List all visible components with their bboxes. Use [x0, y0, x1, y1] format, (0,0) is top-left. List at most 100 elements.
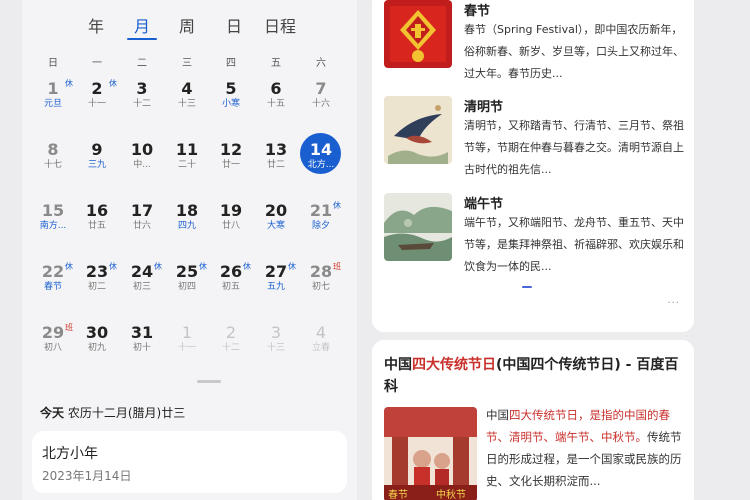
festival-item-qingming[interactable]: 清明节 清明节，又称踏青节、行清节、三月节、祭祖节等，节期在仲春与暮春之交。清明… — [384, 96, 684, 176]
day-cell[interactable]: 11 二十 — [165, 139, 209, 185]
baike-result-card[interactable]: 中国四大传统节日(中国四个传统节日) - 百度百科 春节 中秋节 中国四大传统节… — [372, 340, 694, 500]
day-number: 4 — [315, 323, 327, 342]
day-cell[interactable]: 28 初七班 — [299, 261, 343, 307]
tab-month[interactable]: 月 — [134, 13, 150, 37]
lunar-date: 廿八 — [221, 221, 240, 231]
baike-image: 春节 中秋节 — [384, 407, 477, 500]
day-cell[interactable]: 30 初九 — [75, 322, 119, 368]
day-cell[interactable]: 5 小寒 — [209, 78, 253, 124]
lunar-date: 十三 — [177, 99, 196, 109]
baike-image-caption-right: 中秋节 — [436, 488, 466, 500]
lunar-date: 十五 — [266, 99, 285, 109]
day-cell[interactable]: 16 廿五 — [75, 200, 119, 246]
lunar-date: 廿五 — [87, 221, 106, 231]
holiday-badge: 休 — [109, 79, 117, 88]
carousel-dot-active — [522, 286, 532, 288]
lunar-date: 十三 — [266, 343, 285, 353]
duanwu-thumbnail — [384, 193, 452, 261]
day-number: 20 — [264, 201, 288, 220]
more-options-icon[interactable]: ··· — [667, 298, 680, 309]
day-cell-today[interactable]: 14 北方... — [299, 133, 343, 185]
day-cell[interactable]: 27 五九休 — [254, 261, 298, 307]
event-card[interactable]: 北方小年 2023年1月14日 — [32, 431, 347, 493]
expand-handle[interactable] — [197, 380, 221, 383]
holiday-badge: 休 — [288, 262, 296, 271]
lunar-date: 十二 — [132, 99, 151, 109]
day-cell[interactable]: 12 廿一 — [209, 139, 253, 185]
day-number: 6 — [270, 79, 282, 98]
day-cell[interactable]: 19 廿八 — [209, 200, 253, 246]
festival-title: 春节 — [464, 4, 491, 19]
lunar-date: 春节 — [43, 282, 62, 292]
day-cell[interactable]: 3 十三 — [254, 322, 298, 368]
day-cell[interactable]: 18 四九 — [165, 200, 209, 246]
day-cell[interactable]: 1 元旦休 — [31, 78, 75, 124]
baike-title[interactable]: 中国四大传统节日(中国四个传统节日) - 百度百科 — [384, 354, 684, 398]
lunar-date: 初四 — [177, 282, 196, 292]
day-number: 30 — [85, 323, 109, 342]
day-cell[interactable]: 22 春节休 — [31, 261, 75, 307]
day-number: 5 — [225, 79, 237, 98]
tab-schedule[interactable]: 日程 — [264, 13, 296, 37]
tab-year[interactable]: 年 — [88, 13, 104, 37]
baike-title-prefix: 中国 — [384, 357, 412, 373]
lunar-date: 初三 — [132, 282, 151, 292]
weekday-label: 一 — [92, 58, 102, 69]
weekday-label: 二 — [137, 58, 147, 69]
weekday-label: 五 — [271, 58, 281, 69]
lunar-date: 北方... — [307, 160, 335, 170]
day-number: 9 — [91, 140, 103, 159]
festival-item-spring[interactable]: 春节 春节（Spring Festival），即中国农历新年，俗称新春、新岁、岁… — [384, 0, 684, 80]
day-number: 1 — [181, 323, 193, 342]
tab-day[interactable]: 日 — [226, 13, 242, 37]
day-number: 14 — [309, 140, 333, 159]
day-cell[interactable]: 7 十六 — [299, 78, 343, 124]
day-cell[interactable]: 8 十七 — [31, 139, 75, 185]
lunar-date: 初七 — [311, 282, 330, 292]
search-results: 春节 春节（Spring Festival），即中国农历新年，俗称新春、新岁、岁… — [372, 0, 694, 500]
lunar-date: 中... — [133, 160, 151, 170]
day-cell[interactable]: 3 十二 — [120, 78, 164, 124]
day-cell[interactable]: 15 南方... — [31, 200, 75, 246]
day-cell[interactable]: 26 初五休 — [209, 261, 253, 307]
holiday-badge: 休 — [243, 262, 251, 271]
festival-title: 端午节 — [464, 197, 504, 212]
day-cell[interactable]: 4 立春 — [299, 322, 343, 368]
calendar-panel: 年 月 周 日 日程 日一二三四五六 1 元旦休 2 十一休 3 十二 4 十三 5 小寒 6 十五 7… — [22, 0, 357, 500]
day-cell[interactable]: 9 三九 — [75, 139, 119, 185]
day-cell[interactable]: 24 初三休 — [120, 261, 164, 307]
day-cell[interactable]: 2 十二 — [209, 322, 253, 368]
festival-item-duanwu[interactable]: 端午节 端午节，又称端阳节、龙舟节、重五节、天中节等，是集拜神祭祖、祈福辟邪、欢… — [384, 193, 684, 273]
holiday-badge: 休 — [109, 262, 117, 271]
day-cell[interactable]: 17 廿六 — [120, 200, 164, 246]
weekday-header: 日一二三四五六 — [22, 54, 357, 69]
tab-week[interactable]: 周 — [179, 13, 195, 37]
day-cell[interactable]: 20 大寒 — [254, 200, 298, 246]
day-cell[interactable]: 10 中... — [120, 139, 164, 185]
festival-description: 春节（Spring Festival），即中国农历新年，俗称新春、新岁、岁旦等，… — [464, 23, 684, 80]
baike-description: 中国四大传统节日，是指的中国的春节、清明节、端午节、中秋节。传统节日的形成过程，… — [486, 404, 686, 492]
day-number: 2 — [225, 323, 237, 342]
day-cell[interactable]: 23 初二休 — [75, 261, 119, 307]
day-cell[interactable]: 1 十一 — [165, 322, 209, 368]
day-cell[interactable]: 21 除夕休 — [299, 200, 343, 246]
day-cell[interactable]: 29 初八班 — [31, 322, 75, 368]
workday-badge: 班 — [65, 323, 73, 332]
event-title: 北方小年 — [42, 446, 98, 462]
baike-desc-highlight: 四大传统节日，是指的中国的春节、清明节、端午节、中秋节。 — [486, 408, 670, 444]
day-number: 13 — [264, 140, 288, 159]
carousel-indicator — [522, 286, 562, 290]
lunar-date: 廿六 — [132, 221, 151, 231]
day-cell[interactable]: 6 十五 — [254, 78, 298, 124]
day-cell[interactable]: 4 十三 — [165, 78, 209, 124]
day-number: 8 — [47, 140, 59, 159]
day-number: 19 — [219, 201, 243, 220]
day-cell[interactable]: 2 十一休 — [75, 78, 119, 124]
day-cell[interactable]: 13 廿二 — [254, 139, 298, 185]
day-cell[interactable]: 25 初四休 — [165, 261, 209, 307]
today-lunar-date: 农历十二月(腊月)廿三 — [67, 406, 186, 420]
baike-desc-prefix: 中国 — [486, 408, 509, 422]
day-cell[interactable]: 31 初十 — [120, 322, 164, 368]
active-tab-indicator — [127, 38, 157, 40]
baike-title-highlight: 四大传统节日 — [412, 357, 496, 373]
